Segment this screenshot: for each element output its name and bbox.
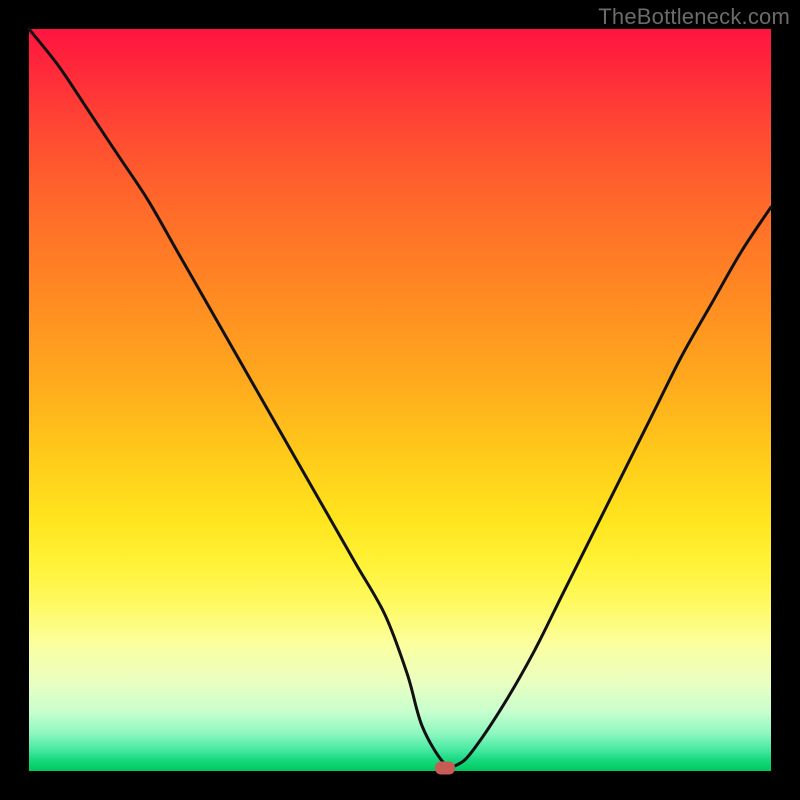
plot-area: [29, 29, 771, 771]
bottleneck-curve: [29, 29, 771, 767]
watermark-text: TheBottleneck.com: [598, 4, 790, 30]
chart-frame: TheBottleneck.com: [0, 0, 800, 800]
optimum-marker: [435, 762, 455, 775]
curve-layer: [29, 29, 771, 771]
